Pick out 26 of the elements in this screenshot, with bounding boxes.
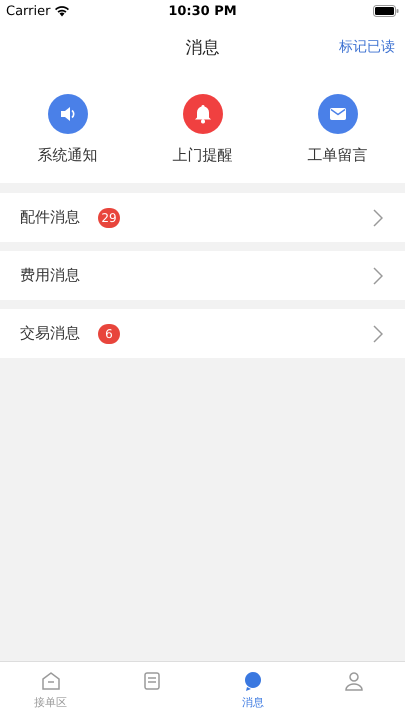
chevron-icon — [373, 266, 383, 284]
row-label: 费用消息 — [20, 266, 80, 285]
battery-icon — [373, 5, 399, 17]
wifi-icon — [54, 5, 70, 17]
count-badge: 6 — [98, 324, 120, 344]
chevron-icon — [373, 208, 383, 226]
clock-time: 10:30 PM — [168, 4, 237, 18]
shortcut-label[interactable]: 上门提醒 — [172, 146, 232, 165]
tab-icon — [343, 670, 366, 692]
count-badge: 29 — [98, 208, 120, 228]
shortcut-label[interactable]: 工单留言 — [308, 146, 368, 165]
envelope-icon[interactable] — [318, 94, 358, 134]
shortcut-label[interactable]: 系统通知 — [38, 146, 98, 165]
mark-read-button[interactable]: 标记已读 — [337, 36, 397, 58]
page-title: 消息 — [186, 36, 220, 58]
message-category-row[interactable]: 交易消息 6 — [0, 309, 405, 358]
message-category-row[interactable]: 费用消息 — [0, 251, 405, 300]
row-label: 配件消息 — [20, 208, 80, 227]
tab-item[interactable]: 消息 — [202, 662, 304, 720]
message-category-row[interactable]: 配件消息 29 — [0, 193, 405, 242]
tab-icon — [40, 670, 62, 692]
speaker-icon[interactable] — [48, 94, 88, 134]
bell-icon[interactable] — [182, 94, 222, 134]
row-label: 交易消息 — [20, 324, 80, 343]
chevron-icon — [373, 324, 383, 342]
carrier-label: Carrier — [6, 4, 50, 18]
